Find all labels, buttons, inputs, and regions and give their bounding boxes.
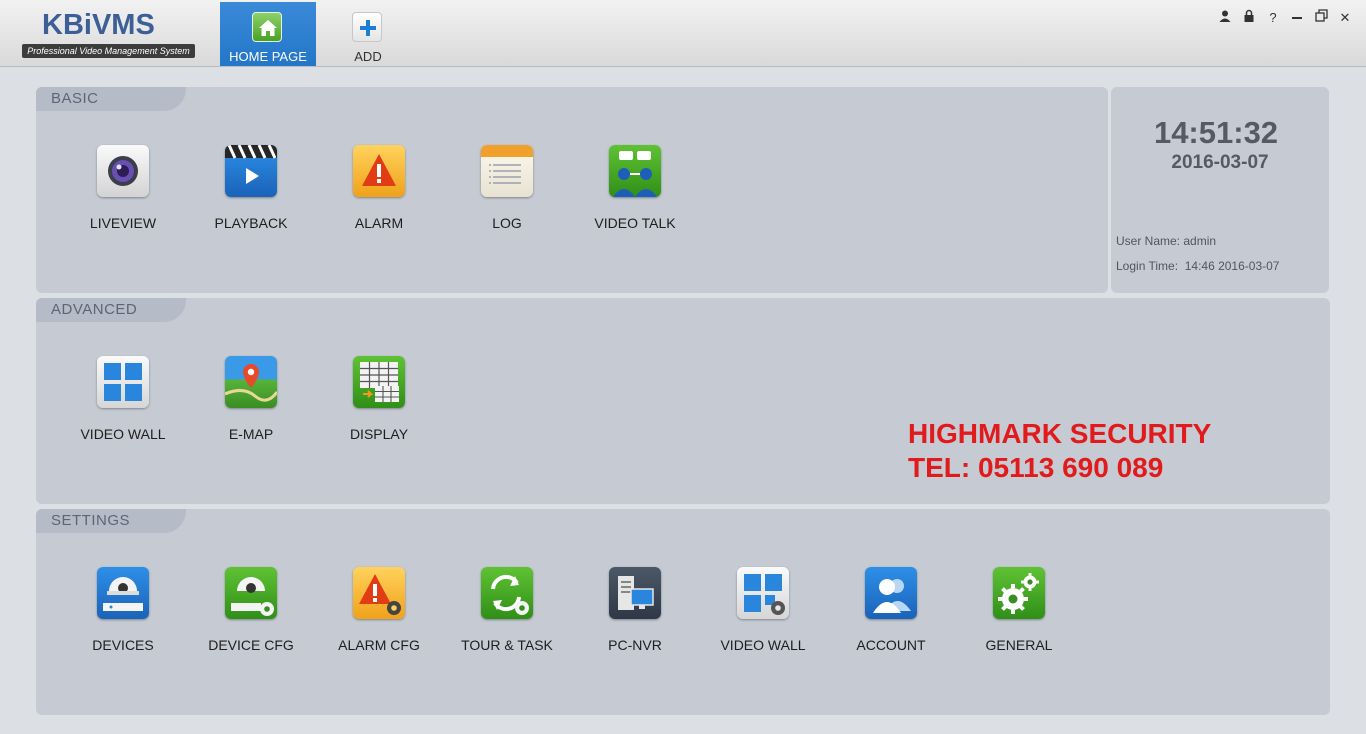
video-talk-tile[interactable]: VIDEO TALK [575,145,695,231]
pc-nvr-tile[interactable]: PC-NVR [575,567,695,653]
settings-panel-title: SETTINGS [36,509,186,533]
advanced-panel-title: ADVANCED [36,298,186,322]
liveview-tile[interactable]: LIVEVIEW [63,145,183,231]
tour-task-icon [481,567,533,619]
e-map-label: E-MAP [228,426,274,442]
account-tile[interactable]: ACCOUNT [831,567,951,653]
restore-icon[interactable] [1312,9,1330,27]
settings-video-wall-label: VIDEO WALL [720,637,806,653]
alarm-cfg-label: ALARM CFG [338,637,420,653]
promo-line-2: TEL: 05113 690 089 [908,452,1164,483]
add-icon [352,12,382,42]
liveview-label: LIVEVIEW [89,215,157,231]
clock-date: 2016-03-07 [1171,152,1269,173]
tour-task-label: TOUR & TASK [461,637,553,653]
video-talk-label: VIDEO TALK [594,215,676,231]
alarm-cfg-tile[interactable]: ALARM CFG [319,567,439,653]
device-cfg-icon [225,567,277,619]
display-tile[interactable]: DISPLAY [319,356,439,442]
account-label: ACCOUNT [856,637,926,653]
minimize-icon[interactable] [1288,9,1306,27]
logo-brand: KBiVMS [42,9,155,41]
advanced-video-wall-tile[interactable]: VIDEO WALL [63,356,183,442]
advanced-panel: ADVANCED VIDEO WALL E-MAP DISPLAY HIGHMA… [36,298,1330,504]
basic-panel: BASIC LIVEVIEW PLAYBACK ALARM LOG VIDEO … [36,87,1108,293]
general-gears-icon [993,567,1045,619]
pc-nvr-icon [609,567,661,619]
e-map-tile[interactable]: E-MAP [191,356,311,442]
window-controls: ? ✕ [1216,9,1354,27]
lock-icon[interactable] [1240,9,1258,27]
log-tile[interactable]: LOG [447,145,567,231]
log-notepad-icon [481,145,533,197]
tour-task-tile[interactable]: TOUR & TASK [447,567,567,653]
login-time-label: Login Time: [1116,259,1179,273]
playback-tile[interactable]: PLAYBACK [191,145,311,231]
account-icon [865,567,917,619]
tab-add-label: ADD [354,49,382,64]
user-name-label: User Name: [1116,234,1181,248]
video-wall-icon [97,356,149,408]
tab-home-page[interactable]: HOME PAGE [220,2,316,66]
playback-label: PLAYBACK [214,215,288,231]
app-logo: KBiVMS Professional Video Management Sys… [22,8,197,60]
advanced-video-wall-label: VIDEO WALL [80,426,166,442]
video-wall-cfg-icon [737,567,789,619]
display-label: DISPLAY [349,426,409,442]
tab-home-page-label: HOME PAGE [229,49,307,64]
settings-video-wall-tile[interactable]: VIDEO WALL [703,567,823,653]
user-name-row: User Name: admin [1116,234,1216,248]
settings-panel: SETTINGS DEVICES DEVICE CFG ALARM CFG TO… [36,509,1330,715]
login-time-value: 14:46 2016-03-07 [1184,259,1280,273]
alarm-tile[interactable]: ALARM [319,145,439,231]
user-icon[interactable] [1216,9,1234,27]
clock-time: 14:51:32 [1153,115,1279,150]
pc-nvr-label: PC-NVR [608,637,662,653]
login-time-row: Login Time: 14:46 2016-03-07 [1116,259,1279,273]
promo-line-1: HIGHMARK SECURITY [908,418,1212,449]
log-label: LOG [492,215,522,231]
alarm-warning-icon [353,145,405,197]
camera-lens-icon [97,145,149,197]
devices-tile[interactable]: DEVICES [63,567,183,653]
basic-panel-title: BASIC [36,87,186,111]
tab-add[interactable]: ADD [320,2,416,66]
general-label: GENERAL [985,637,1053,653]
close-icon[interactable]: ✕ [1336,9,1354,27]
alarm-cfg-icon [353,567,405,619]
general-tile[interactable]: GENERAL [959,567,1079,653]
map-pin-icon [225,356,277,408]
title-bar: KBiVMS Professional Video Management Sys… [0,0,1366,67]
device-cfg-tile[interactable]: DEVICE CFG [191,567,311,653]
display-grid-icon [353,356,405,408]
device-cfg-label: DEVICE CFG [208,637,294,653]
home-icon [252,12,282,42]
session-info-panel: 14:51:32 2016-03-07 User Name: admin Log… [1111,87,1329,293]
devices-label: DEVICES [92,637,154,653]
dome-camera-icon [97,567,149,619]
user-name-value: admin [1183,234,1217,248]
video-talk-icon [609,145,661,197]
clapper-play-icon [225,145,277,197]
help-icon[interactable]: ? [1264,9,1282,27]
logo-tagline: Professional Video Management System [22,44,195,58]
alarm-label: ALARM [354,215,404,231]
